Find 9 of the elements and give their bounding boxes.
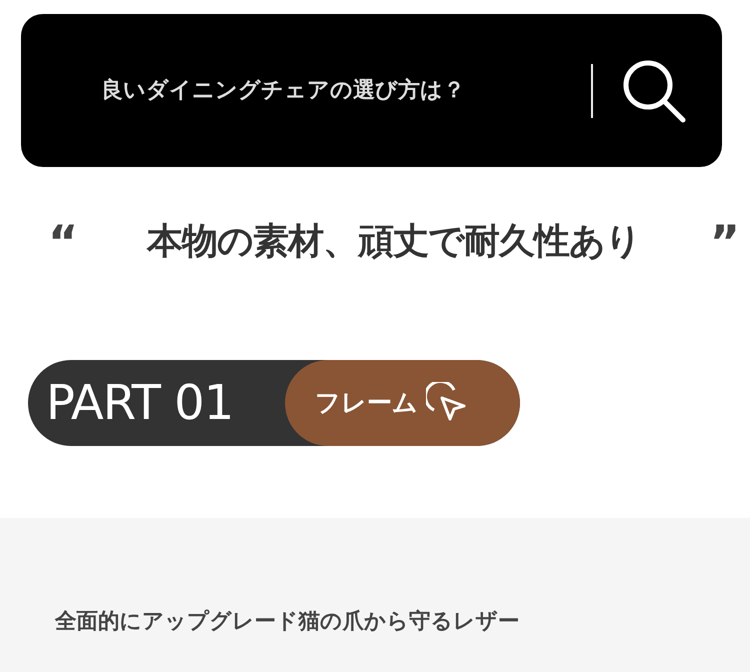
frame-button[interactable]: フレーム (285, 360, 520, 446)
section-heading: 全面的にアップグレード猫の爪から守るレザー (55, 608, 520, 636)
search-icon[interactable] (621, 58, 687, 124)
search-bar[interactable]: 良いダイニングチェアの選び方は？ (21, 14, 722, 167)
quote-mark: ” (710, 219, 740, 265)
part-label: PART 01 (45, 374, 234, 433)
search-field[interactable]: 良いダイニングチェアの選び方は？ (101, 74, 571, 107)
quote-mark: “ (48, 219, 78, 265)
headline: 本物の素材、頑丈で耐久性あり (147, 220, 641, 264)
